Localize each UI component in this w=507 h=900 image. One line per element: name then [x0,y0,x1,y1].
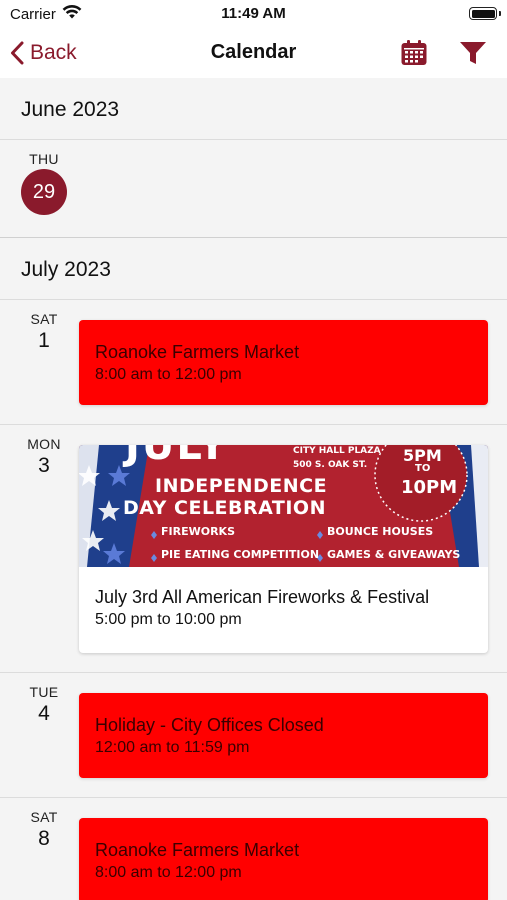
filter-button[interactable] [459,40,487,66]
calendar-view-button[interactable] [400,39,428,67]
day-row: THU 29 [0,140,507,237]
event-card[interactable]: Holiday - City Offices Closed 12:00 am t… [79,693,488,778]
banner-to-label: TO [415,463,431,474]
banner-feature: FIREWORKS [161,525,235,538]
day-label: THU 29 [0,151,88,215]
event-time: 12:00 am to 11:59 pm [95,739,250,756]
battery-tip [499,11,501,16]
event-time: 8:00 am to 12:00 pm [95,366,242,383]
event-time: 5:00 pm to 10:00 pm [95,611,242,628]
day-row: MON 3 JULY CITY HALL PLAZA 500 S. OAK ST… [0,425,507,673]
day-of-week: MON [27,436,61,452]
event-card[interactable]: Roanoke Farmers Market 8:00 am to 12:00 … [79,320,488,405]
filter-icon [460,42,486,64]
month-header: June 2023 [0,78,507,140]
banner-venue-line2: 500 S. OAK ST. [293,460,368,470]
navigation-bar: Back Calendar [0,28,507,78]
banner-end-time: 10PM [401,477,458,498]
calendar-icon [401,40,427,65]
banner-heading-line1: INDEPENDENCE [155,475,328,497]
status-time: 11:49 AM [221,5,286,22]
day-of-week: THU [29,151,59,167]
event-card[interactable]: JULY CITY HALL PLAZA 500 S. OAK ST. 5PM … [79,445,488,653]
day-label: MON 3 [0,436,88,478]
day-of-week: SAT [30,809,58,825]
day-number: 8 [38,827,50,850]
event-details: July 3rd All American Fireworks & Festiv… [79,567,488,629]
day-row: SAT 1 Roanoke Farmers Market 8:00 am to … [0,300,507,425]
day-label: SAT 8 [0,809,88,851]
month-section: June 2023 THU 29 [0,78,507,238]
event-title: Roanoke Farmers Market [95,840,300,860]
day-row: TUE 4 Holiday - City Offices Closed 12:0… [0,673,507,798]
banner-feature: GAMES & GIVEAWAYS [327,548,461,561]
day-label: TUE 4 [0,684,88,726]
event-banner-image: JULY CITY HALL PLAZA 500 S. OAK ST. 5PM … [79,445,488,567]
page-title: Calendar [210,41,297,63]
banner-month-word: JULY [125,445,229,469]
day-number: 3 [38,454,50,477]
month-header: July 2023 [0,238,507,300]
event-title: Roanoke Farmers Market [95,342,300,362]
battery-icon [469,7,497,20]
banner-venue-line1: CITY HALL PLAZA [293,446,381,456]
banner-heading-line2: DAY CELEBRATION [123,497,326,519]
day-of-week: TUE [29,684,59,700]
event-title: July 3rd All American Fireworks & Festiv… [95,587,430,607]
event-time: 8:00 am to 12:00 pm [95,864,242,881]
event-title: Holiday - City Offices Closed [95,715,324,735]
banner-feature: BOUNCE HOUSES [327,525,434,538]
day-label: SAT 1 [0,311,88,353]
day-row: SAT 8 Roanoke Farmers Market 8:00 am to … [0,798,507,900]
day-of-week: SAT [30,311,58,327]
day-number: 1 [38,329,50,352]
banner-feature: PIE EATING COMPETITION [161,548,320,561]
today-indicator[interactable]: 29 [21,169,67,215]
calendar-list[interactable]: June 2023 THU 29 July 2023 SAT 1 Roanoke… [0,78,507,900]
status-bar: Carrier 11:49 AM [0,0,507,28]
day-number: 4 [38,702,50,725]
event-card[interactable]: Roanoke Farmers Market 8:00 am to 12:00 … [79,818,488,900]
